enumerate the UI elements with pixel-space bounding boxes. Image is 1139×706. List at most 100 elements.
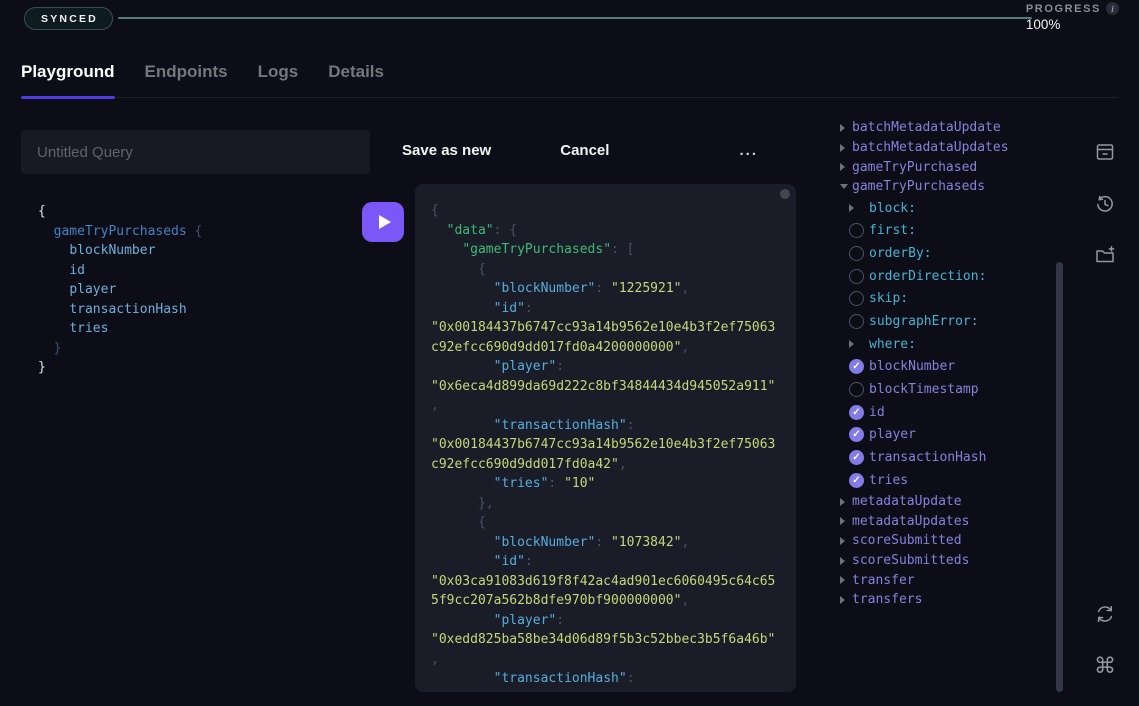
save-as-new-button[interactable]: Save as new xyxy=(402,142,491,159)
results-line: "transactionHash": xyxy=(431,669,780,689)
explorer-item-tries[interactable]: ✓ tries xyxy=(838,469,1050,492)
results-line: "tries": "10" xyxy=(431,474,780,494)
results-line: "transactionHash": "0x00184437b6747cc93a… xyxy=(431,416,780,475)
tab-playground[interactable]: Playground xyxy=(21,62,115,97)
checked-circle-icon: ✓ xyxy=(849,405,864,420)
explorer-item-player[interactable]: ✓player xyxy=(838,424,1050,447)
explorer-item-label: tries xyxy=(869,473,908,488)
synced-badge: SYNCED xyxy=(24,7,113,30)
editor-line: gameTryPurchaseds { xyxy=(38,222,358,242)
explorer-item-id[interactable]: ✓id xyxy=(838,401,1050,424)
results-line: { xyxy=(431,201,780,221)
editor-line: transactionHash xyxy=(38,300,358,320)
explorer-item-label: scoreSubmitted xyxy=(852,533,962,548)
results-line: "data": { xyxy=(431,221,780,241)
explorer-item-transactionHash[interactable]: ✓ transactionHash xyxy=(838,446,1050,469)
explorer-item-transfers[interactable]: transfers xyxy=(838,590,1050,610)
more-options-button[interactable]: ... xyxy=(739,142,758,159)
history-icon[interactable] xyxy=(1092,191,1118,217)
explorer-item-label: metadataUpdate xyxy=(852,494,962,509)
chevron-right-icon xyxy=(840,537,845,545)
explorer-item-label: subgraphError: xyxy=(869,314,979,329)
unchecked-circle-icon xyxy=(849,291,864,306)
results-line: "id": "0x00184437b6747cc93a14b9562e10e4b… xyxy=(431,299,780,358)
info-icon[interactable]: i xyxy=(1106,2,1119,15)
progress-label: PROGRESS xyxy=(1026,3,1101,15)
unchecked-circle-icon xyxy=(849,246,864,261)
unchecked-circle-icon xyxy=(849,223,864,238)
explorer-item-label: blockTimestamp xyxy=(869,382,979,397)
query-editor[interactable]: { gameTryPurchaseds { blockNumber id pla… xyxy=(38,202,358,378)
explorer-item-blockNumber[interactable]: ✓blockNumber xyxy=(838,356,1050,379)
explorer-item-label: first: xyxy=(869,223,916,238)
explorer-item-batchMetadataUpdates[interactable]: batchMetadataUpdates xyxy=(838,138,1050,158)
chevron-right-icon xyxy=(840,517,845,525)
results-line: { xyxy=(431,260,780,280)
chevron-right-icon xyxy=(840,576,845,584)
checked-circle-icon: ✓ xyxy=(849,450,864,465)
query-actions: Save as new Cancel ... xyxy=(402,142,782,159)
results-line: "player": "0x6eca4d899da69d222c8bf348444… xyxy=(431,357,780,416)
refresh-icon[interactable] xyxy=(1092,601,1118,627)
results-line: "blockNumber": "1225921", xyxy=(431,279,780,299)
new-folder-icon[interactable] xyxy=(1092,243,1118,269)
tab-details[interactable]: Details xyxy=(328,62,384,97)
tab-bar: Playground Endpoints Logs Details xyxy=(21,62,1118,98)
results-line: "gameTryPurchaseds": [ xyxy=(431,240,780,260)
editor-line: { xyxy=(38,202,358,222)
progress-value: 100% xyxy=(1026,17,1119,32)
results-line: "id": "0x03ca91083d619f8f42ac4ad901ec606… xyxy=(431,552,780,611)
results-line: { xyxy=(431,513,780,533)
explorer-item-label: gameTryPurchaseds xyxy=(852,179,985,194)
checked-circle-icon: ✓ xyxy=(849,359,864,374)
explorer-item-batchMetadataUpdate[interactable]: batchMetadataUpdate xyxy=(838,118,1050,138)
results-line: "blockNumber": "1073842", xyxy=(431,533,780,553)
results-panel: { "data": { "gameTryPurchaseds": [ { "bl… xyxy=(415,184,796,692)
command-icon[interactable]: ⌘ xyxy=(1092,653,1118,679)
chevron-right-icon xyxy=(840,596,845,604)
explorer-item-label: batchMetadataUpdates xyxy=(852,140,1009,155)
explorer-scrollbar-thumb[interactable] xyxy=(1056,262,1063,692)
explorer-item-label: where: xyxy=(869,337,916,352)
explorer-item-orderDirection[interactable]: orderDirection: xyxy=(838,265,1050,288)
results-scrollbar-thumb[interactable] xyxy=(780,189,790,199)
explorer-item-skip[interactable]: skip: xyxy=(838,288,1050,311)
explorer-item-metadataUpdates[interactable]: metadataUpdates xyxy=(838,511,1050,531)
editor-line: tries xyxy=(38,319,358,339)
results-line: }, xyxy=(431,494,780,514)
explorer-item-label: transfer xyxy=(852,573,915,588)
explorer-item-gameTryPurchased[interactable]: gameTryPurchased xyxy=(838,157,1050,177)
editor-line: } xyxy=(38,358,358,378)
run-query-button[interactable] xyxy=(362,202,404,242)
chevron-right-icon xyxy=(840,163,845,171)
editor-line: player xyxy=(38,280,358,300)
explorer-item-blockTimestamp[interactable]: blockTimestamp xyxy=(838,378,1050,401)
explorer-item-gameTryPurchaseds[interactable]: gameTryPurchaseds xyxy=(838,177,1050,197)
explorer-item-subgraphError[interactable]: subgraphError: xyxy=(838,310,1050,333)
explorer-item-transfer[interactable]: transfer xyxy=(838,570,1050,590)
checked-circle-icon: ✓ xyxy=(849,473,864,488)
query-name-input[interactable] xyxy=(21,130,370,174)
tab-logs[interactable]: Logs xyxy=(258,62,299,97)
results-line: "player": "0xedd825ba58be34d06d89f5b3c52… xyxy=(431,611,780,670)
explorer-item-label: skip: xyxy=(869,291,908,306)
explorer-item-where[interactable]: where: xyxy=(838,333,1050,356)
chevron-right-icon xyxy=(849,204,854,212)
play-icon xyxy=(379,215,391,229)
explorer-item-scoreSubmitteds[interactable]: scoreSubmitteds xyxy=(838,551,1050,571)
editor-line: blockNumber xyxy=(38,241,358,261)
explorer-item-label: transactionHash xyxy=(869,450,986,465)
chevron-right-icon xyxy=(840,498,845,506)
chevron-right-icon xyxy=(849,340,854,348)
tab-endpoints[interactable]: Endpoints xyxy=(145,62,228,97)
explorer-item-block[interactable]: block: xyxy=(838,197,1050,220)
editor-line: } xyxy=(38,339,358,359)
saved-queries-icon[interactable] xyxy=(1092,139,1118,165)
explorer-item-first[interactable]: first: xyxy=(838,219,1050,242)
explorer-item-metadataUpdate[interactable]: metadataUpdate xyxy=(838,492,1050,512)
cancel-button[interactable]: Cancel xyxy=(560,142,609,159)
explorer-item-label: transfers xyxy=(852,592,922,607)
checked-circle-icon: ✓ xyxy=(849,427,864,442)
explorer-item-scoreSubmitted[interactable]: scoreSubmitted xyxy=(838,531,1050,551)
explorer-item-orderBy[interactable]: orderBy: xyxy=(838,242,1050,265)
